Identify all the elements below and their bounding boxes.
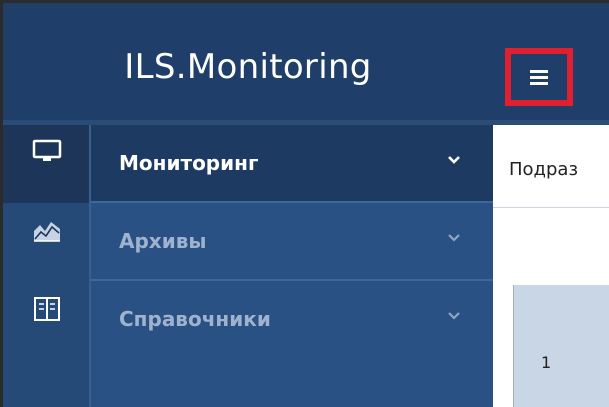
row-number: 1	[541, 353, 552, 372]
app-window: ILS.Monitoring Мониторинг Архивы Справоч…	[0, 0, 609, 407]
sidebar-item-label: Справочники	[119, 307, 271, 331]
app-title: ILS.Monitoring	[124, 47, 372, 87]
monitor-icon	[32, 139, 61, 161]
rail-item-archives[interactable]	[3, 203, 90, 281]
main-content: Подраз 1	[493, 125, 609, 407]
sidebar-item-references[interactable]: Справочники	[91, 281, 493, 406]
rail-item-references[interactable]	[3, 281, 90, 359]
rail-item-monitoring[interactable]	[3, 125, 90, 203]
chevron-down-icon	[448, 234, 460, 242]
sidebar-nav: Мониторинг Архивы Справочники	[91, 125, 493, 407]
tab-label: Подраз	[509, 159, 579, 180]
book-icon	[33, 297, 60, 321]
sidebar-item-label: Архивы	[119, 229, 207, 253]
table-row[interactable]	[513, 285, 609, 407]
sidebar-item-label: Мониторинг	[119, 151, 259, 175]
chart-icon	[33, 222, 60, 242]
icon-rail	[3, 125, 91, 407]
hamburger-menu-icon	[530, 69, 548, 85]
sidebar-item-archives[interactable]: Архивы	[91, 203, 493, 281]
tab-subdivision[interactable]: Подраз	[493, 125, 609, 208]
sidebar-item-monitoring[interactable]: Мониторинг	[91, 125, 493, 203]
menu-toggle-button[interactable]	[505, 48, 573, 106]
chevron-down-icon	[448, 156, 460, 164]
app-header: ILS.Monitoring	[3, 3, 609, 120]
chevron-down-icon	[448, 312, 460, 320]
